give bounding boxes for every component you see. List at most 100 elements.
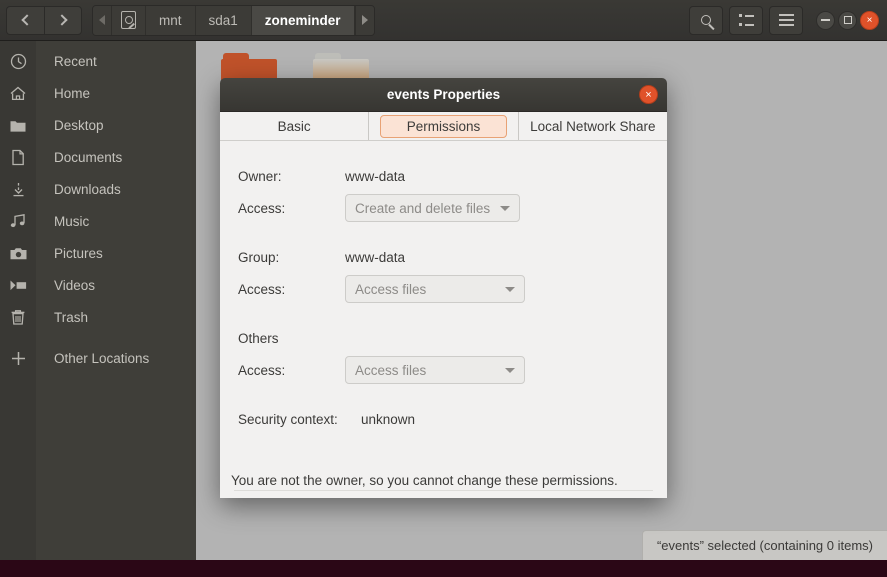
breadcrumb-scroll-left[interactable] — [93, 5, 112, 35]
breadcrumb-item-zoneminder[interactable]: zoneminder — [251, 5, 355, 35]
permissions-form: Owner: www-data Access: Create and delet… — [220, 141, 667, 432]
maximize-button[interactable] — [838, 10, 857, 30]
breadcrumb-item-mnt[interactable]: mnt — [146, 5, 196, 35]
sidebar-item-desktop[interactable]: Desktop — [0, 109, 196, 141]
maximize-icon — [843, 16, 852, 24]
hamburger-icon — [778, 14, 794, 26]
dialog-title: events Properties — [386, 87, 501, 102]
search-icon — [701, 15, 711, 25]
back-button[interactable] — [6, 5, 44, 35]
view-options-button[interactable] — [729, 5, 763, 35]
dialog-tabs: Basic Permissions Local Network Share — [220, 112, 667, 140]
desktop-bottom-strip — [0, 560, 887, 577]
triangle-right-icon — [361, 15, 368, 25]
owner-access-row: Access: Create and delete files — [220, 194, 667, 222]
others-label: Others — [238, 330, 279, 346]
owner-access-label: Access: — [238, 200, 286, 216]
owner-access-value: Create and delete files — [355, 200, 491, 216]
owner-value: www-data — [345, 168, 406, 184]
header-bar: mnt sda1 zoneminder × — [0, 0, 887, 41]
triangle-left-icon — [99, 15, 105, 25]
sidebar-item-trash[interactable]: Trash — [0, 301, 196, 333]
owner-row: Owner: www-data — [220, 163, 667, 189]
sidebar-item-label: Trash — [54, 309, 89, 325]
group-label: Group: — [238, 249, 280, 265]
group-access-row: Access: Access files — [220, 275, 667, 303]
group-value: www-data — [345, 249, 406, 265]
tab-permissions-label: Permissions — [379, 114, 508, 138]
music-icon — [0, 213, 36, 229]
chevron-down-icon — [505, 367, 515, 373]
drive-icon — [121, 11, 136, 29]
others-access-label: Access: — [238, 362, 286, 378]
main-menu-button[interactable] — [769, 5, 803, 35]
dialog-body: Basic Permissions Local Network Share Ow… — [220, 112, 667, 498]
sidebar-item-music[interactable]: Music — [0, 205, 196, 237]
plus-icon — [0, 350, 36, 367]
owner-label: Owner: — [238, 168, 282, 184]
header-right-controls: × — [689, 5, 887, 35]
sidebar-item-label: Music — [54, 213, 90, 229]
sidebar-item-label: Other Locations — [54, 350, 150, 366]
chevron-down-icon — [500, 205, 511, 211]
dialog-footer-note: You are not the owner, so you cannot cha… — [231, 472, 618, 488]
forward-button[interactable] — [44, 5, 82, 35]
breadcrumb-scroll-right[interactable] — [354, 5, 374, 35]
dialog-close-button[interactable]: × — [639, 85, 658, 104]
sidebar-item-downloads[interactable]: Downloads — [0, 173, 196, 205]
sidebar-item-documents[interactable]: Documents — [0, 141, 196, 173]
document-icon — [0, 149, 36, 166]
others-access-dropdown[interactable]: Access files — [345, 356, 525, 384]
status-bar: “events” selected (containing 0 items) — [641, 530, 887, 560]
security-context-row: Security context: unknown — [220, 406, 667, 432]
tab-local-network-share[interactable]: Local Network Share — [518, 112, 667, 140]
sidebar-item-label: Recent — [54, 53, 97, 69]
clock-icon — [0, 53, 36, 70]
owner-access-dropdown[interactable]: Create and delete files — [345, 194, 521, 222]
navigation-buttons — [6, 5, 82, 35]
chevron-down-icon — [505, 286, 515, 292]
sidebar-item-pictures[interactable]: Pictures — [0, 237, 196, 269]
sidebar-item-label: Desktop — [54, 117, 104, 133]
sidebar: Recent Home Desktop Documents Downloads — [0, 41, 196, 577]
minimize-button[interactable] — [816, 10, 835, 30]
list-view-icon — [738, 14, 754, 26]
search-button[interactable] — [689, 5, 723, 35]
breadcrumb: mnt sda1 zoneminder — [92, 4, 375, 36]
sidebar-item-label: Pictures — [54, 245, 103, 261]
properties-dialog: events Properties × Basic Permissions Lo… — [220, 78, 667, 498]
sidebar-item-label: Videos — [54, 277, 96, 293]
security-context-label: Security context: — [238, 411, 338, 427]
group-access-dropdown[interactable]: Access files — [345, 275, 525, 303]
window-controls: × — [813, 10, 879, 30]
trash-icon — [0, 309, 36, 326]
sidebar-item-home[interactable]: Home — [0, 77, 196, 109]
others-access-row: Access: Access files — [220, 356, 667, 384]
sidebar-item-label: Documents — [54, 149, 123, 165]
close-window-button[interactable]: × — [860, 10, 879, 30]
tab-permissions[interactable]: Permissions — [369, 112, 519, 140]
dialog-title-bar: events Properties × — [220, 78, 667, 112]
group-row: Group: www-data — [220, 244, 667, 270]
back-arrow-icon — [21, 14, 33, 26]
breadcrumb-item-sda1[interactable]: sda1 — [195, 5, 252, 35]
others-access-value: Access files — [355, 362, 427, 378]
minimize-icon — [821, 19, 830, 21]
breadcrumb-item-drive[interactable] — [112, 5, 146, 35]
sidebar-item-recent[interactable]: Recent — [0, 45, 196, 77]
tab-basic[interactable]: Basic — [220, 112, 370, 140]
sidebar-item-videos[interactable]: Videos — [0, 269, 196, 301]
sidebar-item-label: Downloads — [54, 181, 121, 197]
sidebar-item-label: Home — [54, 85, 91, 101]
forward-arrow-icon — [55, 14, 68, 26]
sidebar-item-other-locations[interactable]: Other Locations — [0, 342, 196, 374]
home-icon — [0, 85, 36, 102]
group-access-label: Access: — [238, 281, 286, 297]
download-icon — [0, 181, 36, 198]
file-manager-window: mnt sda1 zoneminder × Recent Home Deskto… — [0, 0, 887, 577]
security-context-value: unknown — [361, 411, 416, 427]
camera-icon — [0, 246, 36, 261]
